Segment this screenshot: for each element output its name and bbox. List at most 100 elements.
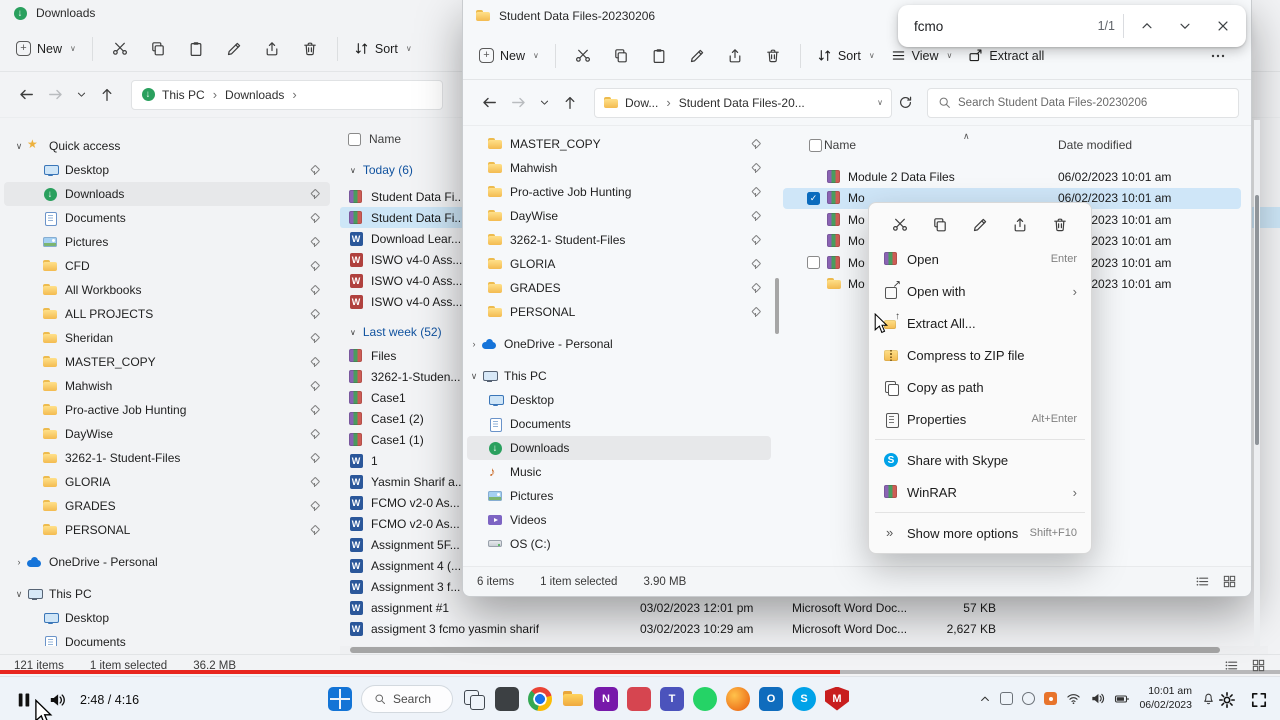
sidebar-item[interactable]: Mahwish — [467, 156, 771, 180]
scrollbar-thumb[interactable] — [1255, 195, 1259, 445]
delete-button[interactable] — [754, 39, 792, 73]
recent-locations-button[interactable] — [533, 91, 556, 114]
file-explorer-icon[interactable] — [561, 687, 585, 711]
sidebar-item[interactable]: Desktop — [467, 388, 771, 412]
context-menu-item[interactable]: Compress to ZIP file › — [873, 339, 1087, 371]
share-button[interactable] — [716, 39, 754, 73]
copy-button[interactable] — [602, 39, 640, 73]
new-button[interactable]: + New ∨ — [471, 41, 547, 70]
sidebar-item[interactable]: GLORIA — [4, 470, 330, 494]
pause-button[interactable] — [14, 690, 34, 710]
context-menu-item[interactable]: Show more options Shift+F10 › — [873, 512, 1087, 549]
fullscreen-button[interactable] — [1250, 691, 1268, 709]
chrome-icon[interactable] — [528, 686, 552, 711]
close-find-button[interactable] — [1208, 11, 1238, 41]
breadcrumb-downloads[interactable]: Dow... — [625, 96, 658, 110]
select-all-checkbox[interactable] — [348, 132, 361, 146]
refresh-button[interactable] — [892, 89, 919, 116]
expand-chevron-icon[interactable]: › — [12, 557, 26, 567]
next-match-button[interactable] — [1170, 11, 1200, 41]
onenote-icon[interactable]: N — [594, 686, 618, 711]
sidebar-item[interactable]: ALL PROJECTS — [4, 302, 330, 326]
share-icon[interactable] — [1007, 212, 1033, 238]
tray-icon[interactable] — [1000, 692, 1014, 705]
name-column-header[interactable]: Name — [369, 132, 401, 146]
breadcrumb-this-pc[interactable]: This PC — [162, 88, 205, 102]
new-button[interactable]: + New ∨ — [8, 34, 84, 63]
battery-icon[interactable] — [1114, 691, 1130, 707]
sidebar-item[interactable]: GRADES — [4, 494, 330, 518]
column-headers[interactable]: Name ∧ Date modified — [783, 131, 1241, 156]
outlook-icon[interactable]: O — [759, 686, 783, 711]
sidebar-item[interactable]: Desktop — [4, 606, 330, 630]
details-view-icon[interactable] — [1195, 574, 1210, 589]
firefox-icon[interactable] — [726, 686, 750, 711]
paste-button[interactable] — [177, 32, 215, 66]
sidebar-item[interactable]: Documents — [4, 206, 330, 230]
tray-chevron-icon[interactable] — [979, 693, 991, 705]
file-row[interactable]: Module 2 Data Files 06/02/2023 10:01 am — [783, 166, 1241, 188]
sort-button[interactable]: Sort ∨ — [809, 41, 883, 70]
sidebar-item[interactable]: Desktop — [4, 158, 330, 182]
sidebar-scrollbar[interactable] — [775, 278, 779, 334]
vertical-scrollbar[interactable] — [1254, 120, 1260, 646]
context-menu-item[interactable]: WinRAR › — [873, 476, 1087, 508]
search-input[interactable] — [958, 96, 1228, 109]
sidebar-item[interactable]: ∨ This PC — [4, 582, 330, 606]
file-row[interactable]: assignment #1 03/02/2023 12:01 pm Micros… — [340, 597, 1280, 618]
expand-chevron-icon[interactable]: › — [467, 339, 481, 349]
sidebar-item[interactable]: Pro-active Job Hunting — [467, 180, 771, 204]
sidebar-item[interactable]: DayWise — [4, 422, 330, 446]
row-checkbox[interactable] — [807, 191, 820, 205]
up-button[interactable] — [93, 81, 121, 109]
scrollbar-thumb[interactable] — [350, 647, 1220, 653]
cut-icon[interactable] — [887, 212, 913, 238]
copy-button[interactable] — [139, 32, 177, 66]
context-menu-item[interactable]: Share with Skype › — [873, 439, 1087, 476]
video-progress-bar[interactable] — [0, 670, 1280, 674]
rename-icon[interactable] — [967, 212, 993, 238]
sidebar-item[interactable]: OS (C:) — [467, 532, 771, 556]
row-checkbox[interactable] — [807, 256, 820, 270]
search-box[interactable] — [927, 87, 1239, 118]
whatsapp-icon[interactable] — [693, 686, 717, 711]
forward-button[interactable] — [41, 80, 70, 109]
copy-icon[interactable] — [927, 212, 953, 238]
paste-button[interactable] — [640, 39, 678, 73]
rename-button[interactable] — [215, 32, 253, 66]
mcafee-icon[interactable]: M — [825, 686, 849, 711]
select-all-checkbox[interactable] — [809, 138, 822, 152]
volume-icon[interactable] — [1090, 691, 1105, 706]
sidebar-item[interactable]: Sheridan — [4, 326, 330, 350]
notifications-icon[interactable] — [1201, 691, 1216, 706]
taskbar-search[interactable]: Search — [361, 684, 453, 713]
sort-button[interactable]: Sort ∨ — [346, 34, 420, 63]
cut-button[interactable] — [101, 32, 139, 66]
sidebar-item[interactable]: Pro-active Job Hunting — [4, 398, 330, 422]
sidebar-item[interactable]: MASTER_COPY — [4, 350, 330, 374]
horizontal-scrollbar[interactable] — [340, 646, 1268, 654]
sidebar-item[interactable]: Documents — [4, 630, 330, 646]
sidebar-item[interactable]: CFD — [4, 254, 330, 278]
delete-icon[interactable] — [1047, 212, 1073, 238]
sidebar-item[interactable]: All Workbooks — [4, 278, 330, 302]
sidebar-item[interactable]: PERSONAL — [4, 518, 330, 542]
mic-status-icon[interactable] — [1044, 692, 1058, 705]
context-menu-item[interactable]: Open with › — [873, 275, 1087, 307]
sidebar-item[interactable]: Pictures — [467, 484, 771, 508]
pinned-app-icon-1[interactable] — [495, 686, 519, 711]
sidebar-item[interactable]: › OneDrive - Personal — [4, 550, 330, 574]
sidebar-item[interactable]: Downloads — [4, 182, 330, 206]
sidebar-item[interactable]: DayWise — [467, 204, 771, 228]
start-button[interactable] — [328, 686, 352, 711]
back-button[interactable] — [12, 80, 41, 109]
forward-button[interactable] — [504, 88, 533, 117]
sidebar-item[interactable]: Music — [467, 460, 771, 484]
context-menu-item[interactable]: Extract All... › — [873, 307, 1087, 339]
sidebar-item[interactable]: 3262-1- Student-Files — [467, 228, 771, 252]
share-button[interactable] — [253, 32, 291, 66]
sidebar-item[interactable]: MASTER_COPY — [467, 132, 771, 156]
address-bar[interactable]: Dow... › Student Data Files-20... ∨ — [594, 87, 892, 118]
wifi-icon[interactable] — [1066, 691, 1081, 706]
back-button[interactable] — [475, 88, 504, 117]
